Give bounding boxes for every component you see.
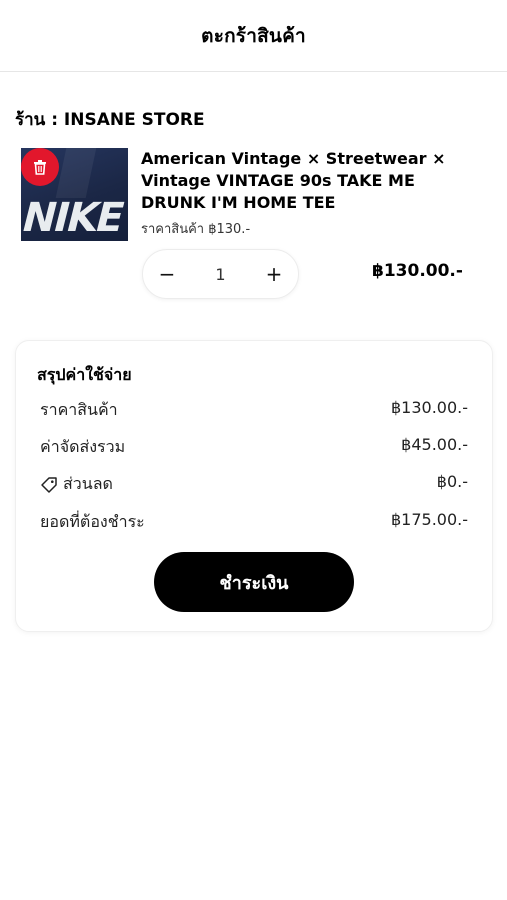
summary-value: ฿0.- bbox=[436, 472, 468, 491]
increase-quantity-button[interactable]: + bbox=[252, 250, 296, 298]
tag-icon bbox=[41, 476, 57, 493]
discount-label-group: ส่วนลด bbox=[40, 472, 113, 497]
trash-icon bbox=[34, 160, 46, 175]
pay-button[interactable]: ชำระเงิน bbox=[154, 552, 354, 612]
unit-price: ราคาสินค้า ฿130.- bbox=[141, 222, 251, 237]
store-name: ร้าน : INSANE STORE bbox=[15, 110, 205, 130]
summary-value: ฿45.00.- bbox=[401, 435, 468, 454]
summary-row-shipping: ค่าจัดส่งรวม ฿45.00.- bbox=[40, 435, 468, 459]
summary-label: ราคาสินค้า bbox=[40, 400, 118, 419]
summary-value: ฿130.00.- bbox=[390, 398, 468, 417]
summary-label: ส่วนลด bbox=[63, 474, 113, 493]
page-title: ตะกร้าสินค้า bbox=[201, 24, 306, 47]
summary-row-discount: ส่วนลด ฿0.- bbox=[40, 472, 468, 496]
header-bar: ตะกร้าสินค้า bbox=[0, 0, 507, 72]
summary-label: ยอดที่ต้องชำระ bbox=[40, 512, 145, 531]
summary-title: สรุปค่าใช้จ่าย bbox=[37, 365, 132, 384]
decrease-quantity-button[interactable]: − bbox=[145, 250, 189, 298]
summary-value: ฿175.00.- bbox=[390, 510, 468, 529]
summary-card: สรุปค่าใช้จ่าย ราคาสินค้า ฿130.00.- ค่าจ… bbox=[15, 340, 493, 632]
delete-item-button[interactable] bbox=[21, 148, 59, 186]
line-total: ฿130.00.- bbox=[372, 261, 463, 281]
summary-row-total: ยอดที่ต้องชำระ ฿175.00.- bbox=[40, 510, 468, 534]
shirt-print-logo: NIKE bbox=[21, 195, 128, 241]
summary-label: ค่าจัดส่งรวม bbox=[40, 437, 126, 456]
summary-row-price: ราคาสินค้า ฿130.00.- bbox=[40, 398, 468, 422]
quantity-stepper: 1 − + bbox=[142, 249, 299, 299]
product-title[interactable]: American Vintage × Streetwear × Vintage … bbox=[141, 148, 476, 214]
